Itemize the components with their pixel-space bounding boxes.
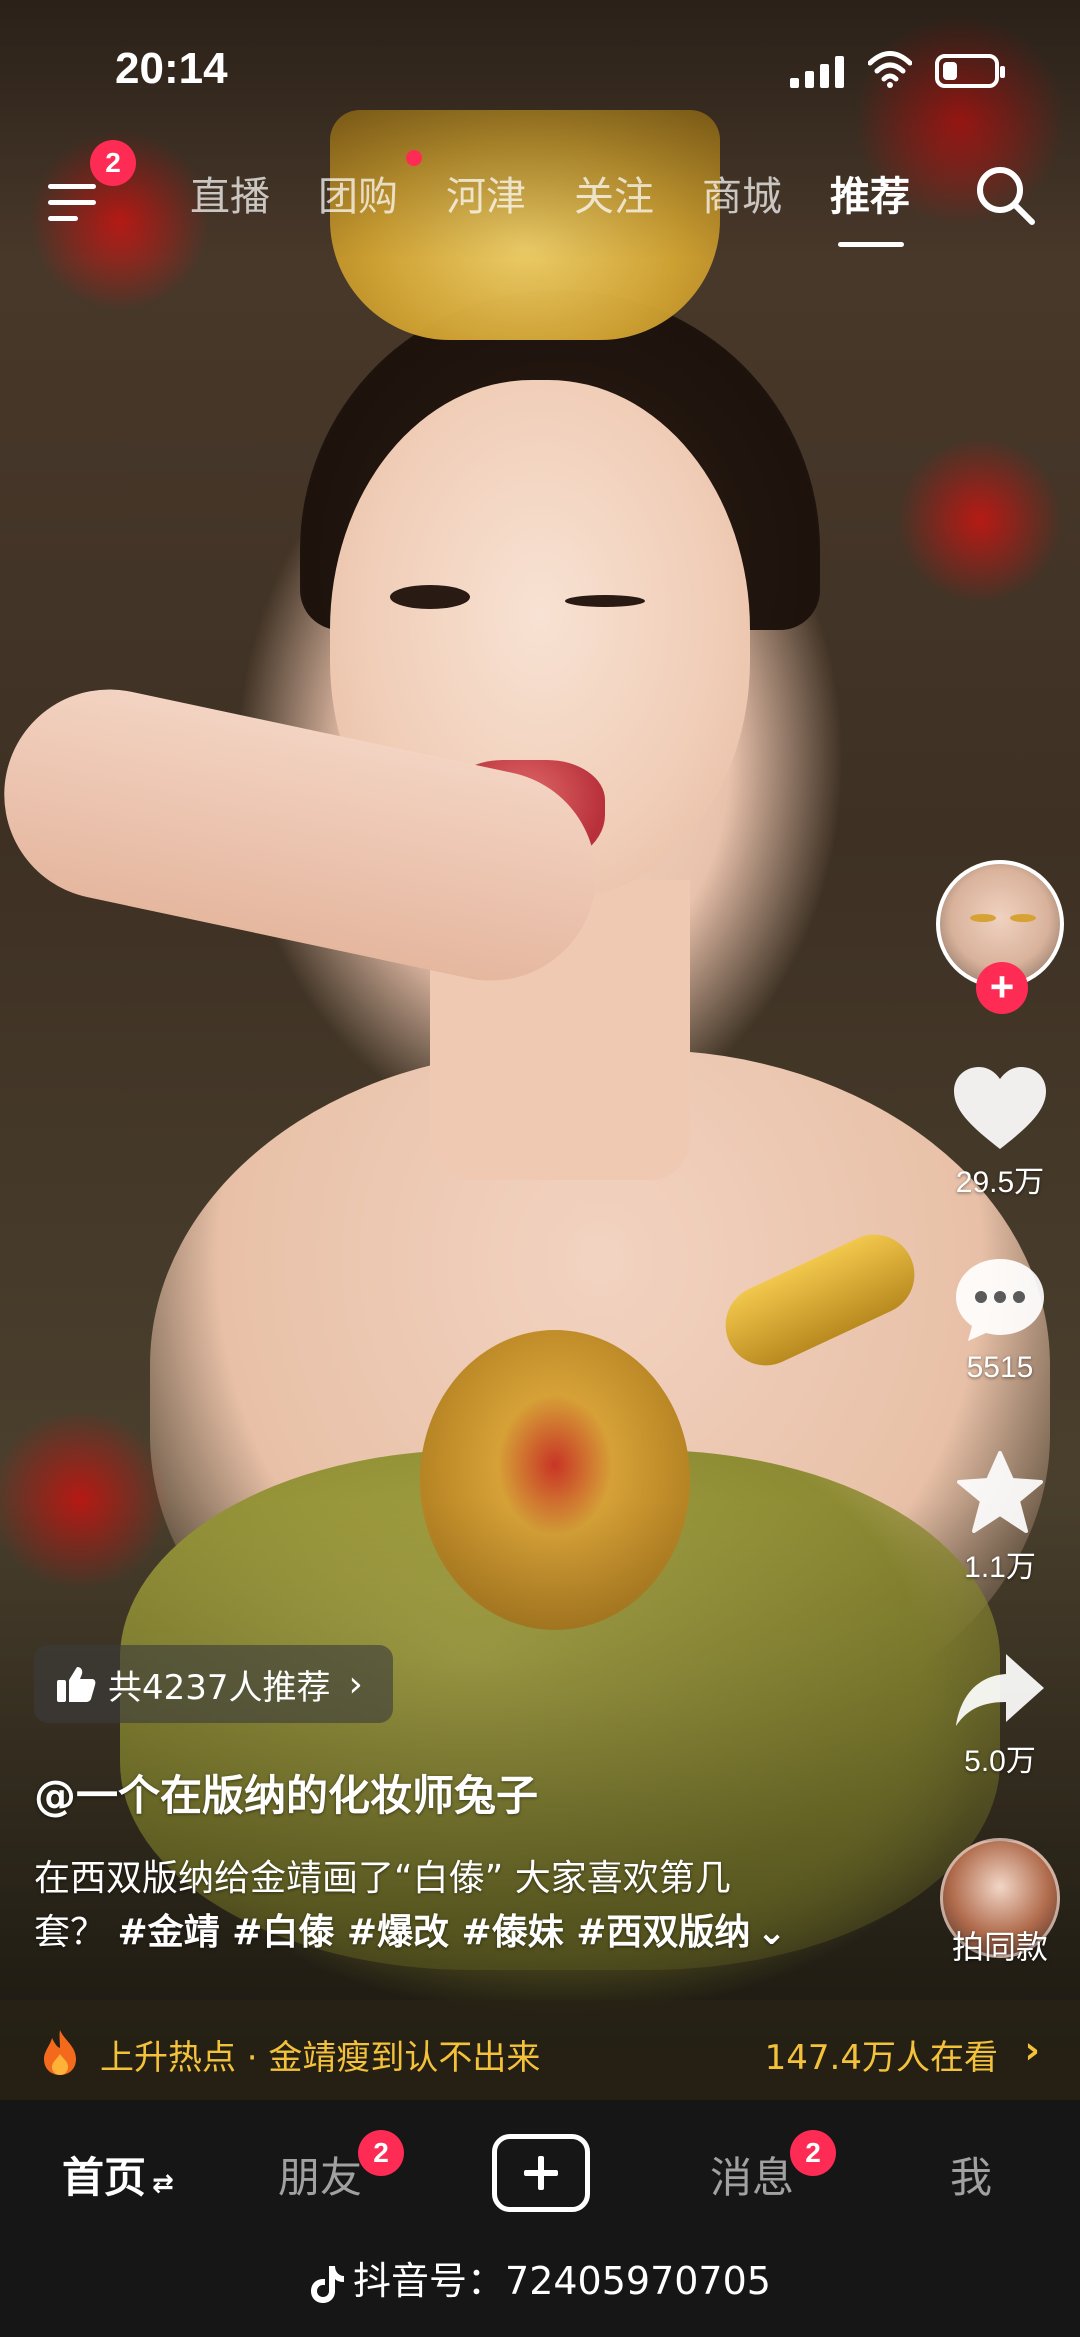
same-style-label[interactable]: 拍同款: [930, 1922, 1070, 1968]
tab-group-buy[interactable]: 团购: [318, 164, 398, 222]
friends-badge: 2: [358, 2130, 404, 2176]
video-caption: 在西双版纳给金靖画了“白傣” 大家喜欢第几 套？ #金靖 #白傣 #爆改 #傣妹…: [34, 1852, 864, 1960]
tab-friends[interactable]: 朋友: [278, 2144, 362, 2205]
tab-mall[interactable]: 商城: [702, 164, 782, 222]
watermark-id: 抖音号：72405970705: [353, 2259, 771, 2303]
tab-local[interactable]: 河津: [446, 164, 526, 222]
tab-notification-dot: [406, 150, 422, 166]
expand-caption-icon[interactable]: ⌄: [756, 1912, 786, 1953]
refresh-icon: ⇄: [152, 2169, 174, 2199]
bottom-tab-bar: 首页 ⇄ 朋友 2 消息 2 我 抖音号：72405970705: [0, 2100, 1080, 2337]
plus-icon: +: [989, 963, 1015, 1010]
chevron-right-icon: ›: [1024, 2028, 1040, 2072]
caption-line: 在西双版纳给金靖画了“白傣” 大家喜欢第几: [34, 1858, 731, 1899]
share-icon: [956, 1654, 1044, 1726]
tab-home-label: 首页: [62, 2153, 147, 2202]
tab-live[interactable]: 直播: [190, 164, 270, 222]
video-frame-eye: [390, 585, 470, 609]
wifi-icon: [868, 51, 912, 88]
top-nav: 2 直播 团购 河津 关注 商城 推荐: [0, 140, 1080, 250]
menu-badge: 2: [90, 140, 136, 186]
favorite-button[interactable]: 1.1万: [930, 1450, 1070, 1586]
tab-home[interactable]: 首页 ⇄: [62, 2144, 174, 2205]
heart-icon: [954, 1067, 1046, 1149]
signal-icon: [790, 56, 844, 88]
hashtags[interactable]: #金靖 #白傣 #爆改 #傣妹 #西双版纳: [117, 1912, 750, 1953]
avatar-detail: [1010, 914, 1036, 922]
create-button[interactable]: [492, 2134, 590, 2212]
status-bar: 20:14: [0, 0, 1080, 140]
trending-viewers: 147.4万人在看: [764, 2038, 998, 2078]
tab-me[interactable]: 我: [950, 2144, 992, 2205]
active-tab-indicator: [838, 242, 904, 247]
trending-bar[interactable]: 上升热点 · 金靖瘦到认不出来 147.4万人在看 ›: [0, 2000, 1080, 2100]
share-button[interactable]: 5.0万: [930, 1650, 1070, 1780]
star-icon: [957, 1451, 1043, 1533]
thumb-up-icon: [57, 1667, 96, 1702]
battery-icon: [935, 54, 1005, 88]
status-time: 20:14: [115, 44, 228, 93]
recommend-pill[interactable]: 共4237人推荐 ›: [34, 1645, 393, 1723]
tab-recommend[interactable]: 推荐: [830, 164, 910, 222]
video-frame-eye: [565, 595, 645, 607]
favorite-count: 1.1万: [964, 1551, 1036, 1584]
like-count: 29.5万: [955, 1166, 1045, 1199]
avatar-detail: [970, 914, 996, 922]
battery-level: [943, 62, 957, 80]
search-icon[interactable]: [970, 160, 1040, 230]
comment-count: 5515: [966, 1351, 1034, 1384]
comment-icon: [956, 1259, 1044, 1341]
flame-icon: [44, 2030, 76, 2075]
trending-topic: 上升热点 · 金靖瘦到认不出来: [100, 2038, 541, 2078]
messages-badge: 2: [790, 2130, 836, 2176]
tiktok-logo-icon: [311, 2265, 345, 2303]
follow-button[interactable]: +: [976, 962, 1028, 1014]
author-name[interactable]: @一个在版纳的化妆师兔子: [34, 1762, 538, 1823]
share-count: 5.0万: [964, 1745, 1036, 1778]
recommend-count: 共4237人推荐: [108, 1667, 331, 1708]
chevron-right-icon: ›: [348, 1663, 363, 1705]
caption-prefix: 套？: [34, 1912, 107, 1953]
watermark: 抖音号：72405970705: [0, 2250, 1080, 2305]
tab-following[interactable]: 关注: [574, 164, 654, 222]
caption-line-2: 套？ #金靖 #白傣 #爆改 #傣妹 #西双版纳 ⌄: [34, 1906, 864, 1960]
comment-button[interactable]: 5515: [930, 1255, 1070, 1385]
tab-messages[interactable]: 消息: [710, 2144, 794, 2205]
like-button[interactable]: 29.5万: [930, 1065, 1070, 1201]
